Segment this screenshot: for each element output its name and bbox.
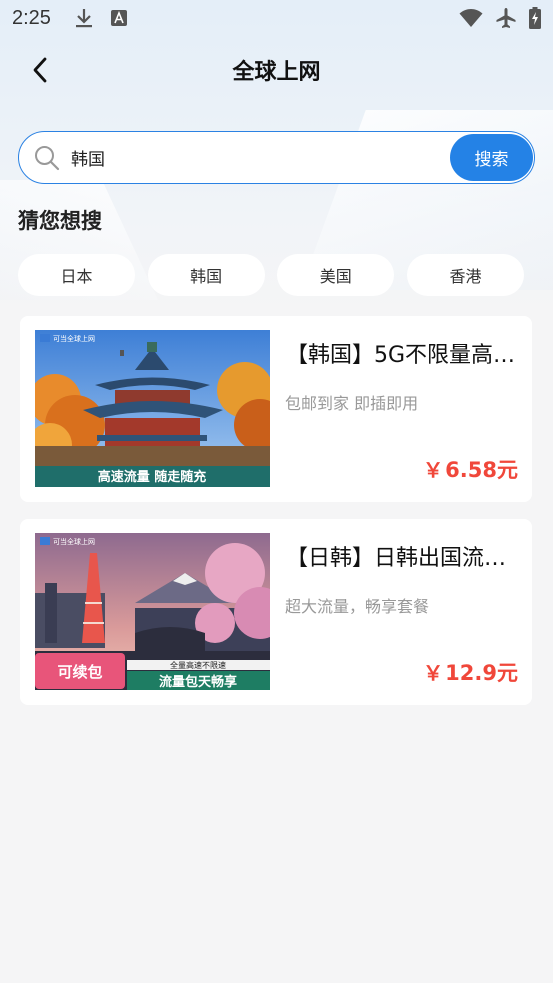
image-caption: 高速流量 随走随充 [98,469,207,485]
suggestion-chip-usa[interactable]: 美国 [277,254,395,296]
font-icon [110,10,127,26]
search-input[interactable] [71,147,431,168]
image-brand: 可当全球上网 [53,334,95,343]
product-card[interactable]: 高速流量 随走随充 可当全球上网 【韩国】5G不限量高速流量 包邮到家 即插即用… [20,316,532,502]
suggestion-chips: 日本 韩国 美国 香港 [18,254,524,296]
status-bar: 2:25 [0,0,553,36]
product-desc: 包邮到家 即插即用 [285,394,419,413]
product-image-japan-korea: 可续包 全量高速不限速 流量包天畅享 可当全球上网 [35,533,270,690]
product-name: 【日韩】日韩出国流量包 [286,546,522,571]
airplane-icon [496,8,516,28]
search-button[interactable]: 搜索 [450,134,533,181]
page-title: 全球上网 [232,60,321,85]
wifi-icon [459,9,483,27]
suggestions-title: 猜您想搜 [18,209,102,233]
image-badge: 可续包 [57,663,102,681]
product-price: ￥6.58元 [423,458,518,482]
image-caption: 流量包天畅享 [159,674,237,690]
battery-charging-icon [529,7,541,29]
suggestion-chip-hongkong[interactable]: 香港 [406,254,524,296]
product-image-korea: 高速流量 随走随充 可当全球上网 [35,330,270,487]
status-time: 2:25 [12,6,51,29]
product-price: ￥12.9元 [423,661,518,685]
product-desc: 超大流量，畅享套餐 [285,597,430,616]
product-name: 【韩国】5G不限量高速流量 [286,343,522,368]
search-icon [35,145,60,170]
nav-bar: 全球上网 [0,44,553,96]
suggestion-chip-korea[interactable]: 韩国 [147,254,265,296]
image-brand: 可当全球上网 [53,537,95,546]
suggestion-chip-japan[interactable]: 日本 [18,254,135,296]
search-bar: 搜索 [18,131,535,184]
chevron-left-icon [33,57,47,83]
image-tagline: 全量高速不限速 [170,660,226,670]
back-button[interactable] [22,52,58,88]
download-icon [75,9,92,28]
product-card[interactable]: 可续包 全量高速不限速 流量包天畅享 可当全球上网 【日韩】日韩出国流量包 超大… [20,519,532,705]
